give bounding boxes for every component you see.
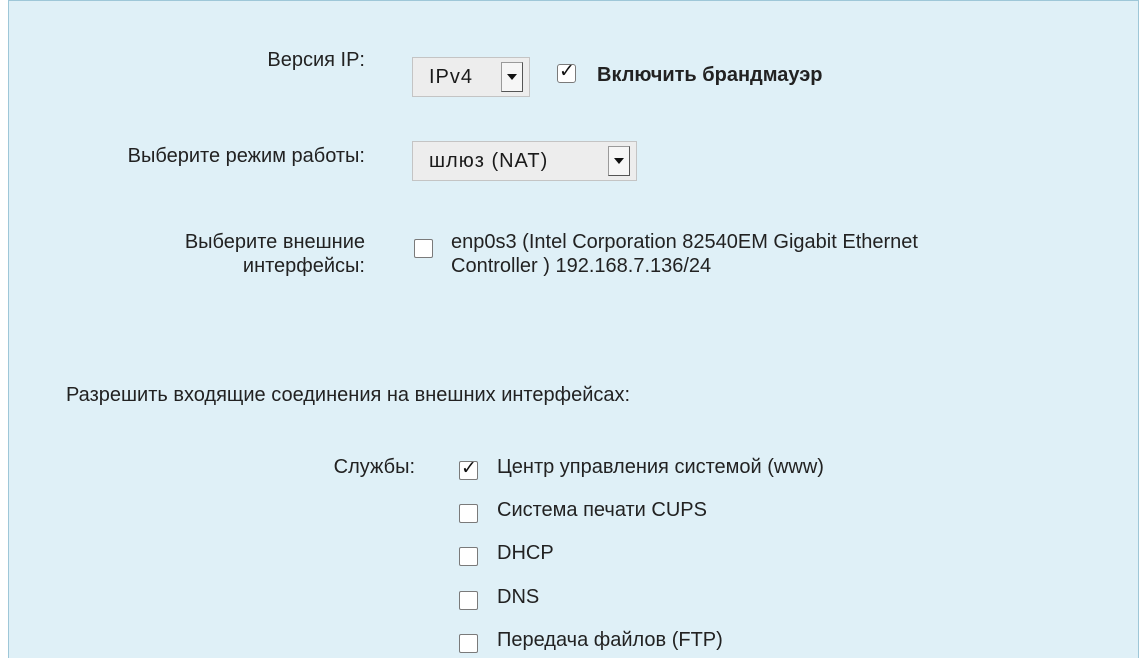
ip-version-label: Версия IP: [267, 49, 365, 71]
external-interfaces-label-line1: Выберите внешние [184, 231, 365, 253]
service-dns-label: DNS [497, 586, 540, 608]
interface-enp0s3-checkbox[interactable] [414, 239, 433, 258]
checkmark-icon: ✓ [461, 457, 477, 479]
interface-enp0s3-label: enp0s3 (Intel Corporation 82540EM Gigabi… [451, 230, 918, 278]
service-ftp-label: Передача файлов (FTP) [497, 629, 723, 651]
firewall-enable-label: Включить брандмауэр [597, 64, 823, 86]
service-www-checkbox[interactable]: ✓ [459, 457, 478, 480]
mode-value: шлюз (NAT) [429, 149, 549, 172]
service-ftp-checkbox[interactable] [459, 634, 478, 653]
interface-enp0s3-line2: Controller ) 192.168.7.136/24 [451, 255, 712, 277]
chevron-down-icon [501, 62, 523, 92]
mode-label: Выберите режим работы: [127, 145, 365, 167]
service-dhcp-checkbox[interactable] [459, 547, 478, 566]
service-dhcp-label: DHCP [497, 542, 554, 564]
service-cups-label: Система печати CUPS [497, 499, 707, 521]
ip-version-select[interactable]: IPv4 [412, 57, 530, 97]
mode-select[interactable]: шлюз (NAT) [412, 141, 637, 181]
external-interfaces-label-line2: интерфейсы: [242, 255, 365, 277]
service-www-label: Центр управления системой (www) [497, 456, 824, 478]
chevron-down-icon [608, 146, 630, 176]
external-interfaces-label: Выберите внешние интерфейсы: [100, 230, 365, 278]
firewall-settings-panel [8, 0, 1139, 658]
incoming-connections-heading: Разрешить входящие соединения на внешних… [66, 384, 631, 406]
service-dns-checkbox[interactable] [459, 591, 478, 610]
service-cups-checkbox[interactable] [459, 504, 478, 523]
checkmark-icon: ✓ [559, 60, 575, 82]
services-label: Службы: [333, 456, 415, 478]
firewall-checkbox[interactable]: ✓ [557, 60, 576, 83]
ip-version-value: IPv4 [429, 65, 474, 88]
interface-enp0s3-line1: enp0s3 (Intel Corporation 82540EM Gigabi… [451, 231, 918, 253]
